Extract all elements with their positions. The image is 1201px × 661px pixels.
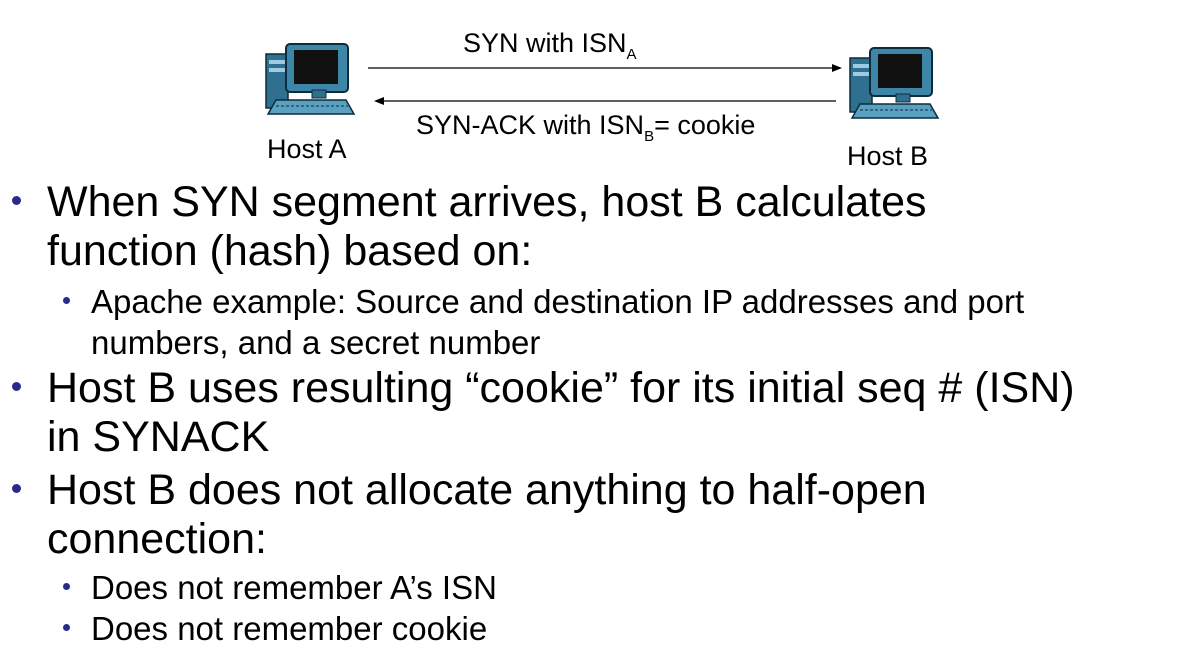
bullet-dot <box>63 624 70 631</box>
bullet-dot <box>63 297 70 304</box>
synack-arrow <box>374 97 836 105</box>
synack-label-text: SYN-ACK with ISN <box>416 110 645 140</box>
bullet-dot <box>63 583 70 590</box>
bullet-text-line: When SYN segment arrives, host B calcula… <box>47 178 927 226</box>
bullet-text-line: Does not remember cookie <box>91 610 488 647</box>
bullet-text-line: numbers, and a secret number <box>91 324 541 361</box>
bullet-text-line: in SYNACK <box>47 413 270 461</box>
bullet-text-line: Apache example: Source and destination I… <box>91 283 1025 320</box>
synack-label-suffix: = cookie <box>654 110 756 140</box>
bullet-text-line: function (hash) based on: <box>47 227 533 275</box>
syn-label-text: SYN with ISN <box>463 28 627 58</box>
synack-label-subscript: B <box>644 128 655 145</box>
host-a-computer-icon <box>265 43 356 115</box>
bullet-text-line: Does not remember A’s ISN <box>91 569 497 606</box>
bullet-dot <box>12 382 21 391</box>
syn-arrow <box>368 64 842 72</box>
handshake-arrows <box>368 64 842 105</box>
host-b-label: Host B <box>847 141 929 171</box>
syn-label-subscript: A <box>626 46 637 63</box>
host-a-label: Host A <box>267 134 347 164</box>
bullet-text-line: Host B uses resulting “cookie” for its i… <box>47 364 1075 412</box>
synack-label: SYN-ACK with ISNB= cookie <box>416 110 756 145</box>
host-b-computer-icon <box>849 47 940 119</box>
bullet-dot <box>12 196 21 205</box>
bullet-dot <box>12 484 21 493</box>
syn-label: SYN with ISNA <box>463 28 637 63</box>
bullet-text-line: Host B does not allocate anything to hal… <box>47 466 927 514</box>
bullet-text-line: connection: <box>47 515 267 563</box>
